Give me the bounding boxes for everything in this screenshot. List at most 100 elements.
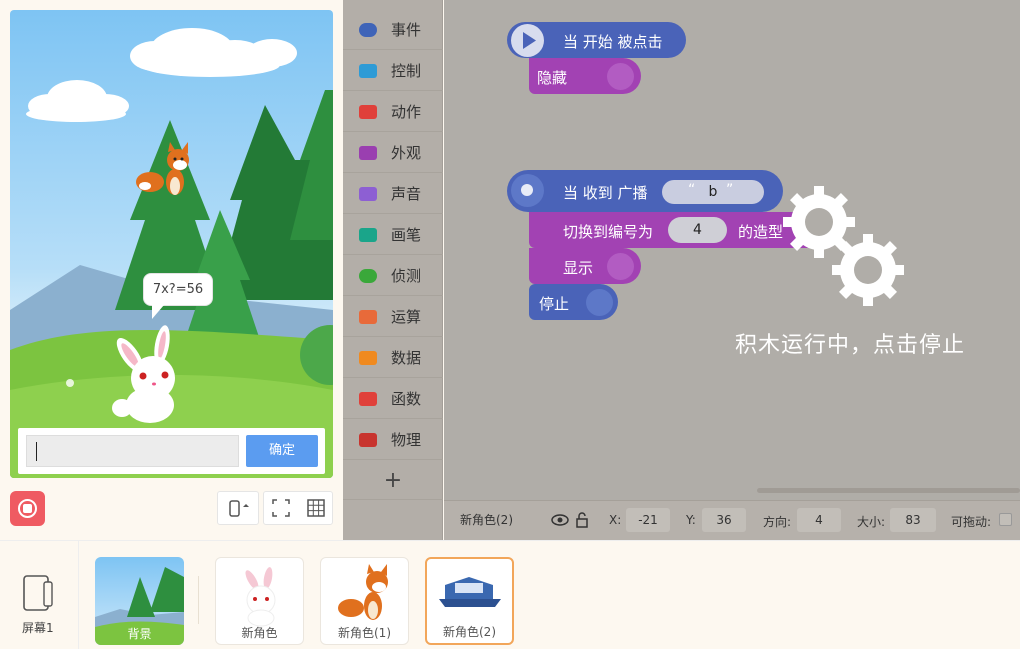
sprite-logo-selected[interactable]: 新角色(2) xyxy=(425,557,514,645)
x-label: X: xyxy=(609,513,622,527)
screen-tablet-icon xyxy=(23,575,53,611)
category-label: 侦测 xyxy=(391,267,422,285)
category-calculator[interactable]: 运算 xyxy=(343,297,443,337)
eye-icon[interactable] xyxy=(551,513,569,527)
stage-panel: 7x?=56 确定 xyxy=(0,0,343,540)
function-icon xyxy=(359,391,377,406)
sprite-background[interactable]: 背景 xyxy=(95,557,184,645)
category-label: 运算 xyxy=(391,308,422,326)
phone-dropdown-icon xyxy=(229,500,249,517)
draggable-label: 可拖动: xyxy=(951,515,992,529)
size-label: 大小: xyxy=(857,515,886,529)
message-value: b xyxy=(708,184,718,200)
cloud-top xyxy=(130,28,297,77)
stop-square-icon xyxy=(23,504,32,513)
fullscreen-icon[interactable] xyxy=(264,492,298,524)
shirt-icon xyxy=(359,145,377,160)
bar-chart-icon xyxy=(359,350,377,365)
pen-icon xyxy=(359,227,377,242)
category-label: 外观 xyxy=(391,144,422,162)
block-label: 当 收到 广播 xyxy=(563,184,648,202)
block-label: 隐藏 xyxy=(537,69,568,87)
flower xyxy=(66,379,74,387)
block-label: 当 开始 被点击 xyxy=(563,33,663,51)
running-stop-hint[interactable]: 积木运行中，点击停止 xyxy=(735,327,965,359)
stop-block[interactable]: 停止 xyxy=(529,284,618,320)
logo-thumbnail xyxy=(439,577,501,607)
answer-input[interactable] xyxy=(26,435,239,467)
category-pen[interactable]: 画笔 xyxy=(343,215,443,255)
stage-canvas[interactable]: 7x?=56 确定 xyxy=(10,10,333,478)
hide-block[interactable]: 隐藏 xyxy=(529,58,641,94)
stage-scene xyxy=(10,28,333,478)
category-shirt[interactable]: 外观 xyxy=(343,133,443,173)
x-input[interactable]: -21 xyxy=(626,508,670,532)
sprite-rabbit[interactable]: 新角色 xyxy=(215,557,304,645)
text-caret xyxy=(36,442,37,461)
block-palette: 事件控制动作外观声音画笔侦测运算数据函数物理 + xyxy=(343,0,443,540)
category-microphone[interactable]: 声音 xyxy=(343,174,443,214)
category-label: 物理 xyxy=(391,431,422,449)
direction-label: 方向: xyxy=(763,515,792,529)
grid-icon[interactable] xyxy=(299,492,333,524)
category-label: 函数 xyxy=(391,390,422,408)
sprite-fox[interactable]: 新角色(1) xyxy=(320,557,409,645)
y-input[interactable]: 36 xyxy=(702,508,746,532)
play-icon xyxy=(511,24,544,57)
when-receive-broadcast-block[interactable]: 当 收到 广播 “ b ” xyxy=(507,170,783,212)
category-magnet[interactable]: 物理 xyxy=(343,420,443,460)
looks-icon xyxy=(607,253,634,280)
direction-input[interactable]: 4 xyxy=(797,508,841,532)
divider xyxy=(198,576,199,624)
sprite-label: 新角色(2) xyxy=(443,625,496,639)
calculator-icon xyxy=(359,309,377,324)
category-function[interactable]: 函数 xyxy=(343,379,443,419)
broadcast-icon xyxy=(511,174,544,207)
device-mode-button[interactable] xyxy=(217,491,259,525)
magnet-icon xyxy=(359,432,377,447)
sprite-name-field[interactable]: 新角色(2) xyxy=(452,508,590,532)
category-ghost[interactable]: 动作 xyxy=(343,92,443,132)
draggable-checkbox[interactable] xyxy=(999,513,1012,526)
confirm-button[interactable]: 确定 xyxy=(246,435,318,467)
rabbit-thumbnail xyxy=(245,567,276,627)
category-label: 声音 xyxy=(391,185,422,203)
category-label: 数据 xyxy=(391,349,422,367)
broadcast-message-field[interactable]: “ b ” xyxy=(662,180,764,204)
ghost-icon xyxy=(359,104,377,119)
sprite-label: 新角色(1) xyxy=(338,626,391,640)
screen-label: 屏幕1 xyxy=(22,621,54,635)
gamepad-icon xyxy=(359,63,377,78)
category-label: 画笔 xyxy=(391,226,422,244)
category-label: 动作 xyxy=(391,103,422,121)
workspace-scrollbar[interactable] xyxy=(757,488,1020,493)
microphone-icon xyxy=(359,186,377,201)
add-extension-button[interactable]: + xyxy=(343,462,443,500)
gears-icon xyxy=(783,186,904,306)
sprite-label: 背景 xyxy=(127,627,152,641)
block-label: 显示 xyxy=(563,259,594,277)
category-target[interactable]: 侦测 xyxy=(343,256,443,296)
category-label: 事件 xyxy=(391,21,422,39)
ask-answer-bar: 确定 xyxy=(18,428,325,474)
size-input[interactable]: 83 xyxy=(890,508,936,532)
target-icon xyxy=(359,268,377,283)
stop-button[interactable] xyxy=(10,491,45,526)
category-toggle[interactable]: 事件 xyxy=(343,10,443,50)
control-icon xyxy=(586,289,613,316)
costume-number-field[interactable]: 4 xyxy=(668,217,727,243)
sprite-name: 新角色(2) xyxy=(460,513,513,527)
view-buttons xyxy=(263,491,333,525)
block-label: 停止 xyxy=(539,295,570,313)
category-gamepad[interactable]: 控制 xyxy=(343,51,443,91)
speech-bubble: 7x?=56 xyxy=(143,273,213,319)
show-block[interactable]: 显示 xyxy=(529,248,641,284)
category-bar-chart[interactable]: 数据 xyxy=(343,338,443,378)
toggle-icon xyxy=(359,22,377,37)
screen-selector[interactable]: 屏幕1 xyxy=(0,541,79,649)
when-start-clicked-block[interactable]: 当 开始 被点击 xyxy=(507,22,686,58)
lock-icon[interactable] xyxy=(574,512,590,528)
block-label: 切换到编号为 xyxy=(563,223,654,241)
block-label: 的造型 xyxy=(738,223,784,241)
looks-icon xyxy=(607,63,634,90)
